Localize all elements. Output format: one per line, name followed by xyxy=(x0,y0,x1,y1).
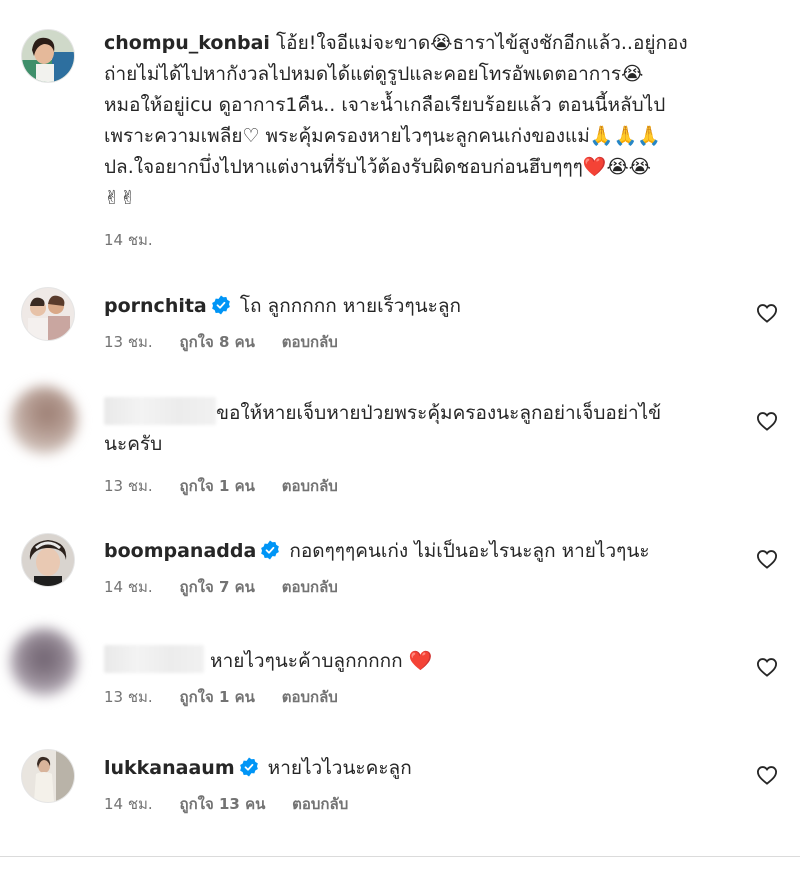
comment-time[interactable]: 14 ชม. xyxy=(104,578,153,596)
verified-badge-icon xyxy=(239,757,258,777)
comment-time[interactable]: 13 ชม. xyxy=(104,333,153,351)
comment-line: หมอให้อยู่icu ดูอาการ1คืน.. เจาะน้ำเกลือ… xyxy=(104,94,666,116)
reply-button[interactable]: ตอบกลับ xyxy=(282,578,338,596)
blurred-username[interactable] xyxy=(104,397,216,425)
avatar[interactable] xyxy=(22,750,74,802)
bottom-divider xyxy=(0,856,800,857)
like-heart-icon[interactable] xyxy=(756,657,778,677)
avatar[interactable] xyxy=(10,386,78,454)
comment-username[interactable]: chompu_konbai xyxy=(104,32,270,54)
comment-time[interactable]: 13 ชม. xyxy=(104,477,153,495)
comment-body: กอดๆๆๆคนเก่ง ไม่เป็นอะไรนะลูก หายไวๆนะ xyxy=(289,540,650,562)
comment-line: เพราะความเพลีย♡ พระคุ้มครองหายไวๆนะลูกคน… xyxy=(104,125,661,147)
comment-time[interactable]: 14 ชม. xyxy=(104,231,153,249)
comment-line: โอ้ย!ใจอีแม่จะขาด😭ธาราไข้สูงชักอีกแล้ว..… xyxy=(275,32,688,54)
comment-meta: 14 ชม. ถูกใจ 13 คน ตอบกลับ xyxy=(104,792,740,816)
comment-text: หายไวๆนะค้าบลูกกกกก ❤️ xyxy=(104,645,740,677)
comment-text: lukkanaaum หายไวไวนะคะลูก xyxy=(104,753,740,784)
likes-count[interactable]: ถูกใจ 8 คน xyxy=(179,333,254,351)
like-heart-icon[interactable] xyxy=(756,549,778,569)
reply-button[interactable]: ตอบกลับ xyxy=(282,688,338,706)
verified-badge-icon xyxy=(261,540,280,560)
reply-button[interactable]: ตอบกลับ xyxy=(282,333,338,351)
blurred-username[interactable] xyxy=(104,645,204,673)
like-heart-icon[interactable] xyxy=(756,411,778,431)
comment-body: หายไวๆนะค้าบลูกกกกก ❤️ xyxy=(210,650,433,672)
comment-body: โถ ลูกกกกก หายเร็วๆนะลูก xyxy=(239,295,462,317)
comment-meta: 13 ชม. ถูกใจ 1 คน ตอบกลับ xyxy=(104,474,740,498)
reply-button[interactable]: ตอบกลับ xyxy=(282,477,338,495)
comment-meta: 14 ชม. xyxy=(104,228,740,252)
comment-line: ปล.ใจอยากบึ่งไปหาแต่งานที่รับไว้ต้องรับผ… xyxy=(104,156,651,178)
comment-time[interactable]: 14 ชม. xyxy=(104,795,153,813)
comment-text: ขอให้หายเจ็บหายป่วยพระคุ้มครองนะลูกอย่าเ… xyxy=(104,397,740,460)
comment-text: chompu_konbai โอ้ย!ใจอีแม่จะขาด😭ธาราไข้ส… xyxy=(104,28,740,214)
like-heart-icon[interactable] xyxy=(756,765,778,785)
likes-count[interactable]: ถูกใจ 1 คน xyxy=(179,688,254,706)
avatar[interactable] xyxy=(22,288,74,340)
comment-meta: 13 ชม. ถูกใจ 8 คน ตอบกลับ xyxy=(104,330,740,354)
comment-text: pornchita โถ ลูกกกกก หายเร็วๆนะลูก xyxy=(104,291,740,322)
reply-button[interactable]: ตอบกลับ xyxy=(292,795,348,813)
avatar[interactable] xyxy=(22,30,74,82)
likes-count[interactable]: ถูกใจ 7 คน xyxy=(179,578,254,596)
likes-count[interactable]: ถูกใจ 1 คน xyxy=(179,477,254,495)
verified-badge-icon xyxy=(211,295,230,315)
like-heart-icon[interactable] xyxy=(756,303,778,323)
comment-username[interactable]: pornchita xyxy=(104,295,207,317)
comment-meta: 14 ชม. ถูกใจ 7 คน ตอบกลับ xyxy=(104,575,740,599)
comment-line: ถ่ายไม่ได้ไปหากังวลไปหมดได้แต่ดูรูปและคอ… xyxy=(104,63,644,85)
comment-body: ขอให้หายเจ็บหายป่วยพระคุ้มครองนะลูกอย่าเ… xyxy=(216,402,662,424)
comment-meta: 13 ชม. ถูกใจ 1 คน ตอบกลับ xyxy=(104,685,740,709)
comment-username[interactable]: boompanadda xyxy=(104,540,256,562)
comment-line: ✌✌ xyxy=(104,187,136,209)
comment-body: หายไวไวนะคะลูก xyxy=(267,757,412,779)
avatar[interactable] xyxy=(10,628,78,696)
comment-username[interactable]: lukkanaaum xyxy=(104,757,235,779)
comment-text: boompanadda กอดๆๆๆคนเก่ง ไม่เป็นอะไรนะลู… xyxy=(104,536,740,567)
comment-body: นะครับ xyxy=(104,433,163,455)
comment-time[interactable]: 13 ชม. xyxy=(104,688,153,706)
likes-count[interactable]: ถูกใจ 13 คน xyxy=(179,795,265,813)
avatar[interactable] xyxy=(22,534,74,586)
